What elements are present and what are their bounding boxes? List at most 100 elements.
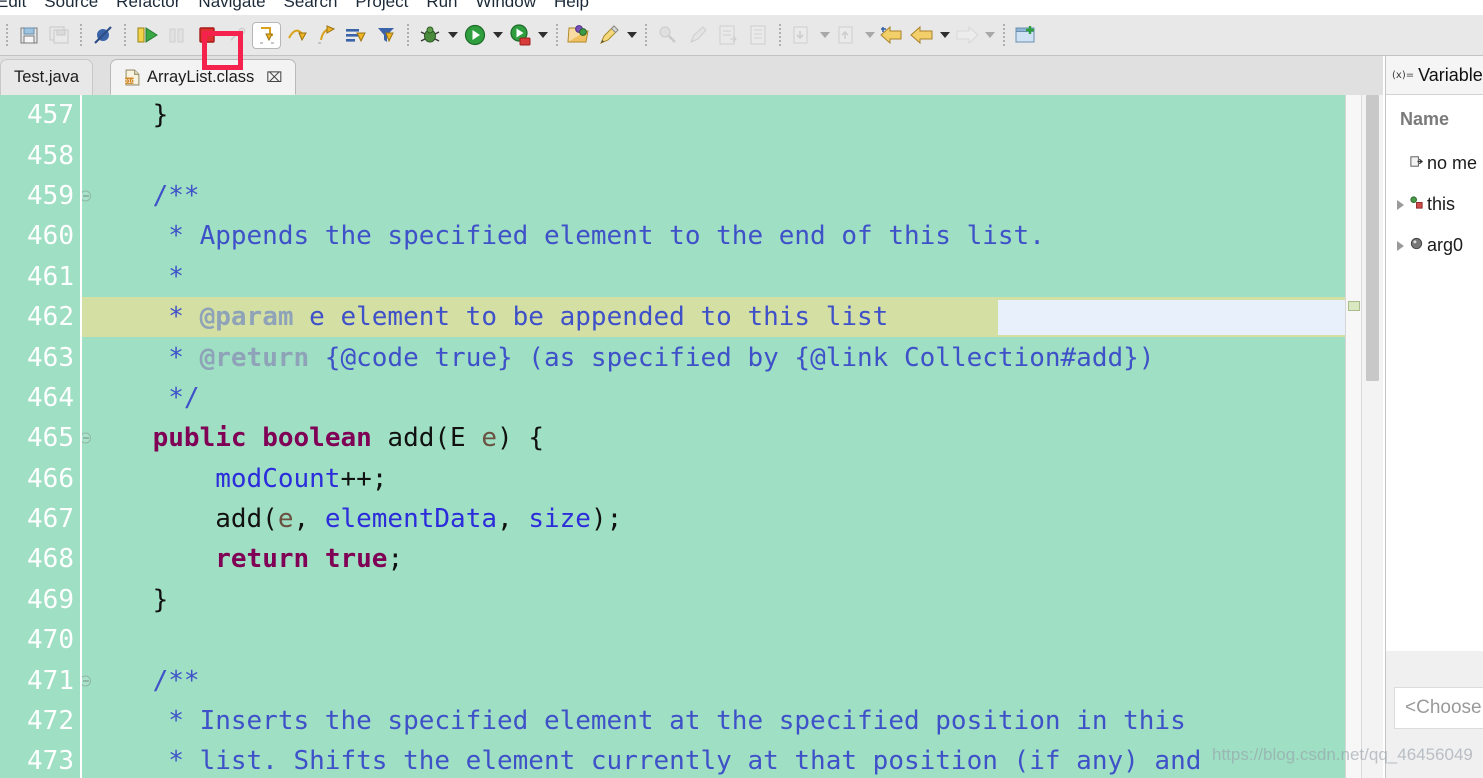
toggle-markers-button[interactable]	[743, 20, 773, 50]
open-type-button[interactable]	[564, 20, 594, 50]
expand-arrow-icon[interactable]	[1394, 199, 1406, 210]
external-tools-button[interactable]	[594, 20, 624, 50]
external-tools-dropdown-arrow[interactable]	[624, 20, 639, 50]
toolbar-separator	[779, 24, 781, 46]
menu-item-edit[interactable]: Edit	[0, 0, 35, 10]
step-return-button[interactable]	[311, 20, 341, 50]
code-line[interactable]: * Inserts the specified element at the s…	[82, 701, 1383, 741]
tab-variables[interactable]: (x)= Variable	[1386, 56, 1483, 95]
code-token: );	[590, 504, 623, 535]
previous-annotation-dropdown-arrow[interactable]	[862, 20, 877, 50]
debug-button[interactable]	[415, 20, 445, 50]
menu-item-project[interactable]: Project	[346, 0, 417, 10]
save-all-button[interactable]	[44, 20, 74, 50]
step-over-button[interactable]	[281, 20, 311, 50]
code-line[interactable]: /**	[82, 660, 1383, 700]
code-token: return	[215, 544, 310, 575]
save-button[interactable]	[14, 20, 44, 50]
resume-button[interactable]	[132, 20, 162, 50]
toolbar-separator	[645, 24, 647, 46]
debug-dropdown-arrow[interactable]	[445, 20, 460, 50]
toolbar-group-navigation	[787, 15, 997, 55]
tab-test-java[interactable]: Test.java	[0, 59, 94, 95]
code-line[interactable]: * Appends the specified element to the e…	[82, 216, 1383, 256]
svg-text:010: 010	[124, 78, 135, 84]
coverage-button[interactable]	[505, 20, 535, 50]
editor-vertical-scrollbar[interactable]	[1361, 95, 1383, 778]
variable-detail-pane[interactable]: <Choose	[1394, 687, 1483, 729]
toolbar-group-misc	[653, 15, 773, 55]
new-java-project-button[interactable]	[653, 20, 683, 50]
code-line[interactable]: public boolean add(E e) {	[82, 418, 1383, 458]
new-window-button[interactable]	[1011, 20, 1041, 50]
overview-ruler[interactable]	[1345, 95, 1361, 778]
code-line[interactable]: */	[82, 378, 1383, 418]
code-line[interactable]: * @return {@code true} (as specified by …	[82, 337, 1383, 377]
forward-button[interactable]	[952, 20, 982, 50]
menu-item-source[interactable]: Source	[35, 0, 107, 10]
menu-item-refactor[interactable]: Refactor	[107, 0, 189, 10]
drop-to-frame-button[interactable]	[341, 20, 371, 50]
run-button[interactable]	[460, 20, 490, 50]
disconnect-button[interactable]	[222, 20, 252, 50]
last-edit-location-button[interactable]	[877, 20, 907, 50]
menu-item-run[interactable]: Run	[417, 0, 466, 10]
chevron-down-icon	[537, 32, 548, 38]
code-line[interactable]	[82, 620, 1383, 660]
code-editor[interactable]: 457 458 459 460 461 462 463 464 465 466 467 468 469 4…	[0, 95, 1383, 778]
suspend-button[interactable]	[162, 20, 192, 50]
expand-arrow-icon[interactable]	[1394, 240, 1406, 251]
variable-name: no me	[1427, 153, 1478, 173]
skip-all-breakpoints-button[interactable]	[88, 20, 118, 50]
menu-item-window[interactable]: Window	[467, 0, 545, 10]
code-token: ,	[293, 504, 325, 535]
search-button[interactable]	[683, 20, 713, 50]
class-file-icon: 010	[124, 69, 140, 85]
open-task-button[interactable]	[713, 20, 743, 50]
code-line[interactable]: *	[82, 257, 1383, 297]
back-button[interactable]	[907, 20, 937, 50]
variable-row[interactable]: no me	[1386, 143, 1483, 184]
variable-row[interactable]: this	[1386, 184, 1483, 225]
overview-marker[interactable]	[1348, 301, 1360, 311]
tab-close-icon[interactable]: ⌧	[266, 70, 282, 84]
toolbar-group-launch	[415, 15, 550, 55]
code-token: e	[277, 504, 294, 535]
line-number: 460	[27, 221, 74, 252]
code-line[interactable]: return true;	[82, 539, 1383, 579]
code-token: size	[528, 504, 591, 535]
terminate-button[interactable]	[192, 20, 222, 50]
code-line[interactable]: }	[82, 580, 1383, 620]
tab-arraylist-class[interactable]: 010 ArrayList.class ⌧	[110, 59, 297, 95]
variable-row[interactable]: arg0	[1386, 225, 1483, 266]
previous-annotation-button[interactable]	[832, 20, 862, 50]
next-annotation-button[interactable]	[787, 20, 817, 50]
code-content[interactable]: } /** * Appends the specified element to…	[82, 95, 1383, 778]
coverage-dropdown-arrow[interactable]	[535, 20, 550, 50]
code-line[interactable]: * @param e element to be appended to thi…	[82, 296, 1383, 338]
code-line[interactable]: }	[82, 95, 1383, 135]
code-line[interactable]: modCount ++;	[82, 459, 1383, 499]
scrollbar-thumb[interactable]	[1366, 95, 1379, 381]
tab-label: Test.java	[14, 68, 80, 86]
step-into-button[interactable]	[252, 21, 281, 49]
forward-dropdown-arrow[interactable]	[982, 20, 997, 50]
code-line[interactable]: * list. Shifts the element currently at …	[82, 741, 1383, 778]
menu-item-search[interactable]: Search	[275, 0, 347, 10]
run-dropdown-arrow[interactable]	[490, 20, 505, 50]
variable-name: arg0	[1427, 235, 1464, 255]
variables-tree[interactable]: Name no me this arg0 <Choose	[1386, 95, 1483, 729]
code-token: * list. Shifts the element currently at …	[90, 746, 1202, 777]
menu-item-navigate[interactable]: Navigate	[189, 0, 274, 10]
next-annotation-dropdown-arrow[interactable]	[817, 20, 832, 50]
back-dropdown-arrow[interactable]	[937, 20, 952, 50]
line-number: 463	[27, 342, 74, 373]
code-line[interactable]: /**	[82, 176, 1383, 216]
use-step-filters-button[interactable]	[371, 20, 401, 50]
menu-item-help[interactable]: Help	[545, 0, 598, 10]
code-line[interactable]	[82, 135, 1383, 175]
code-line[interactable]: add(e, elementData, size);	[82, 499, 1383, 539]
